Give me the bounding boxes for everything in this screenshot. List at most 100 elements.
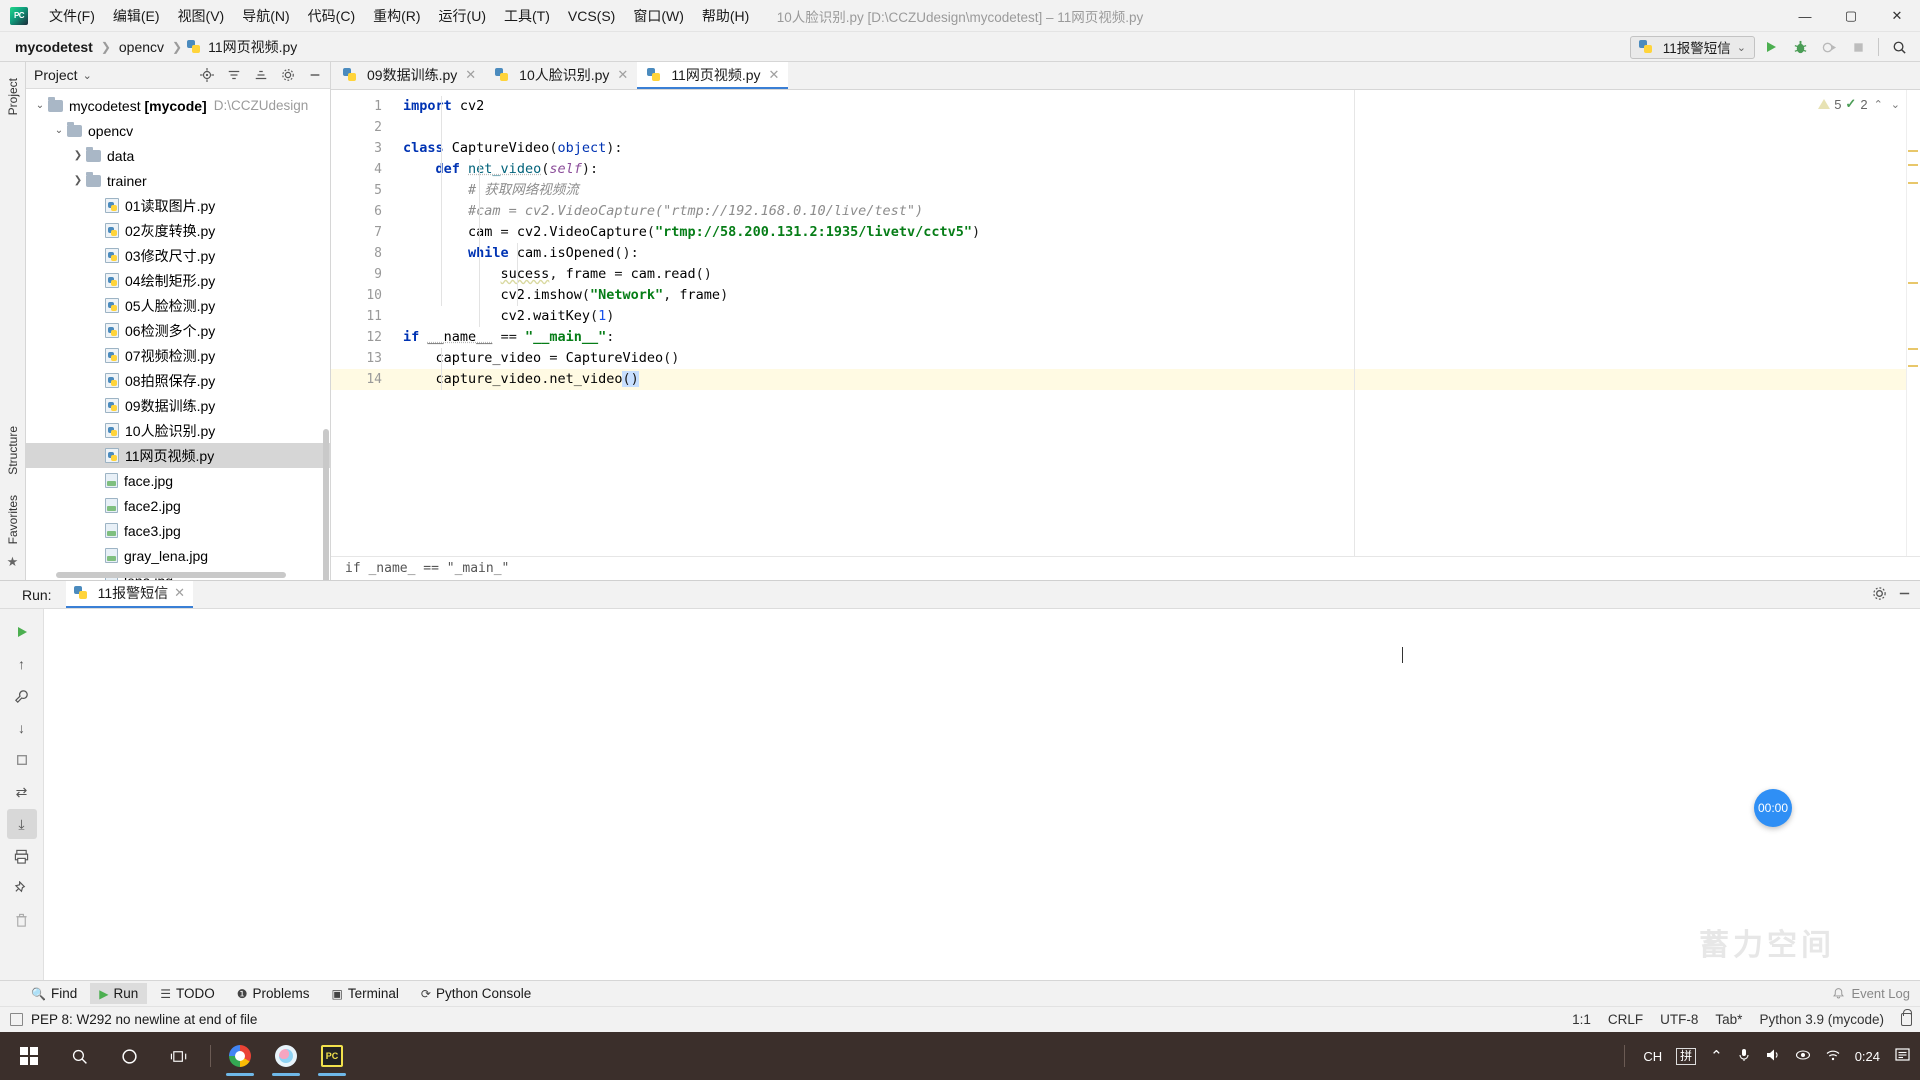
eye-care-icon[interactable] <box>1795 1047 1811 1066</box>
code-line[interactable]: cam = cv2.VideoCapture("rtmp://58.200.13… <box>389 222 1906 243</box>
menu-edit[interactable]: 编辑(E) <box>104 2 169 30</box>
gutter-line[interactable]: 5− <box>331 180 401 201</box>
code-text-area[interactable]: import cv2 class CaptureVideo(object): de… <box>389 90 1906 556</box>
gutter-line[interactable]: 6− <box>331 201 401 222</box>
code-line[interactable]: import cv2 <box>389 96 1906 117</box>
gutter-line[interactable]: 10 <box>331 285 389 306</box>
collapse-all-icon[interactable] <box>223 64 245 86</box>
run-console-output[interactable]: 00:00 蓄力空间 <box>44 609 1920 980</box>
cortana-icon[interactable] <box>106 1034 152 1078</box>
editor-tab[interactable]: 09数据训练.py ✕ <box>333 62 485 89</box>
stop-button[interactable] <box>7 745 37 775</box>
gutter-line[interactable]: 1 <box>331 96 389 117</box>
tree-node[interactable]: 07视频检测.py <box>26 343 330 368</box>
pin-button[interactable] <box>7 873 37 903</box>
editor-tab[interactable]: 10人脸识别.py ✕ <box>485 62 637 89</box>
rail-button-favorites[interactable]: Favorites <box>6 485 20 554</box>
maximize-button[interactable]: ▢ <box>1828 0 1874 32</box>
file-encoding[interactable]: UTF-8 <box>1660 1012 1698 1027</box>
tree-node[interactable]: ⌄ mycodetest [mycode] D:\CCZUdesign <box>26 93 330 118</box>
close-icon[interactable]: ✕ <box>769 67 780 83</box>
ime-mode-indicator[interactable]: 拼 <box>1676 1047 1697 1065</box>
taskbar-app-qq[interactable] <box>265 1034 307 1078</box>
gutter-line[interactable]: 4− <box>331 159 401 180</box>
gutter-line[interactable]: 3− <box>331 138 401 159</box>
run-configuration-selector[interactable]: 11报警短信 ⌄ <box>1629 35 1755 59</box>
tree-node[interactable]: 03修改尺寸.py <box>26 243 330 268</box>
tree-node[interactable]: ❯ data <box>26 143 330 168</box>
editor-gutter[interactable]: 123−4−5−6−78−91011−12−▶1314− <box>331 90 408 556</box>
run-button[interactable] <box>1758 35 1784 59</box>
search-icon[interactable] <box>56 1034 102 1078</box>
bottom-tool-button-terminal[interactable]: ▣ Terminal <box>323 983 408 1004</box>
project-tree[interactable]: ⌄ mycodetest [mycode] D:\CCZUdesign ⌄ opencv… <box>26 89 330 580</box>
code-line[interactable]: capture_video = CaptureVideo() <box>389 348 1906 369</box>
breadcrumb-project[interactable]: mycodetest <box>12 37 96 57</box>
tree-node[interactable]: ⌄ opencv <box>26 118 330 143</box>
hide-panel-icon[interactable] <box>304 64 326 86</box>
warning-stripe[interactable] <box>1908 348 1918 350</box>
code-line[interactable]: if __name__ == "__main__": <box>389 327 1906 348</box>
python-interpreter[interactable]: Python 3.9 (mycode) <box>1759 1012 1884 1027</box>
bottom-tool-button-todo[interactable]: ☰ TODO <box>151 983 224 1004</box>
up-the-stack-trace-button[interactable]: ↑ <box>7 649 37 679</box>
minimize-button[interactable]: — <box>1782 0 1828 32</box>
rail-button-structure[interactable]: Structure <box>6 416 20 485</box>
gutter-line[interactable]: 12−▶ <box>331 327 403 349</box>
code-line[interactable]: def net_video(self): <box>389 159 1906 180</box>
tree-horizontal-scrollbar[interactable] <box>56 572 286 578</box>
wrench-button[interactable] <box>7 681 37 711</box>
gutter-line[interactable]: 8− <box>331 243 401 264</box>
tree-node[interactable]: 08拍照保存.py <box>26 368 330 393</box>
scroll-to-end-button[interactable]: ⤓ <box>6 809 37 839</box>
breadcrumb-file[interactable]: 11网页视频.py <box>205 35 300 59</box>
run-tab[interactable]: 11报警短信 ✕ <box>65 581 194 608</box>
tree-node[interactable]: face2.jpg <box>26 493 330 518</box>
breadcrumb-folder[interactable]: opencv <box>116 37 167 57</box>
task-view-icon[interactable] <box>156 1034 202 1078</box>
menu-view[interactable]: 视图(V) <box>169 2 234 30</box>
code-line[interactable]: # 获取网络视频流 <box>389 180 1906 201</box>
editor-breadcrumb[interactable]: if _name_ == "_main_" <box>331 556 1920 580</box>
close-icon[interactable]: ✕ <box>174 585 185 601</box>
menu-run[interactable]: 运行(U) <box>430 2 495 30</box>
recording-timer-badge[interactable]: 00:00 <box>1754 789 1792 827</box>
warning-stripe[interactable] <box>1908 282 1918 284</box>
event-log-button[interactable]: Event Log <box>1832 986 1910 1001</box>
tree-node[interactable]: 04绘制矩形.py <box>26 268 330 293</box>
wifi-icon[interactable] <box>1825 1047 1841 1066</box>
bottom-tool-button-problems[interactable]: ❶ Problems <box>228 983 319 1004</box>
tree-node[interactable]: 05人脸检测.py <box>26 293 330 318</box>
taskbar-app-chrome[interactable] <box>219 1034 261 1078</box>
tree-twisty-icon[interactable]: ❯ <box>70 150 86 161</box>
menu-help[interactable]: 帮助(H) <box>693 2 758 30</box>
warning-stripe[interactable] <box>1908 182 1918 184</box>
gear-icon[interactable] <box>1872 586 1887 604</box>
tree-node[interactable]: 10人脸识别.py <box>26 418 330 443</box>
gear-icon[interactable] <box>277 64 299 86</box>
search-everywhere-button[interactable] <box>1886 35 1912 59</box>
tree-node[interactable]: face3.jpg <box>26 518 330 543</box>
code-line[interactable]: sucess, frame = cam.read() <box>389 264 1906 285</box>
menu-code[interactable]: 代码(C) <box>299 2 364 30</box>
code-line[interactable]: class CaptureVideo(object): <box>389 138 1906 159</box>
bottom-tool-button-run[interactable]: ▶ Run <box>90 983 148 1004</box>
warning-stripe[interactable] <box>1908 150 1918 152</box>
tree-node[interactable]: 02灰度转换.py <box>26 218 330 243</box>
hide-panel-icon[interactable] <box>1897 586 1912 604</box>
down-the-stack-trace-button[interactable]: ↓ <box>7 713 37 743</box>
tree-node[interactable]: 06检测多个.py <box>26 318 330 343</box>
previous-problem-icon[interactable]: ⌃ <box>1872 98 1885 111</box>
taskbar-app-pycharm[interactable]: PC <box>311 1034 353 1078</box>
editor-tab[interactable]: 11网页视频.py ✕ <box>637 62 789 89</box>
code-line[interactable]: while cam.isOpened(): <box>389 243 1906 264</box>
tree-vertical-scrollbar[interactable] <box>323 429 329 580</box>
lock-icon[interactable] <box>1901 1009 1912 1026</box>
volume-icon[interactable] <box>1765 1047 1781 1066</box>
stop-button[interactable] <box>1845 35 1871 59</box>
tree-twisty-icon[interactable]: ⌄ <box>51 125 67 136</box>
locate-icon[interactable] <box>196 64 218 86</box>
gutter-line[interactable]: 11− <box>331 306 401 327</box>
close-button[interactable]: ✕ <box>1874 0 1920 32</box>
code-line[interactable] <box>389 117 1906 138</box>
